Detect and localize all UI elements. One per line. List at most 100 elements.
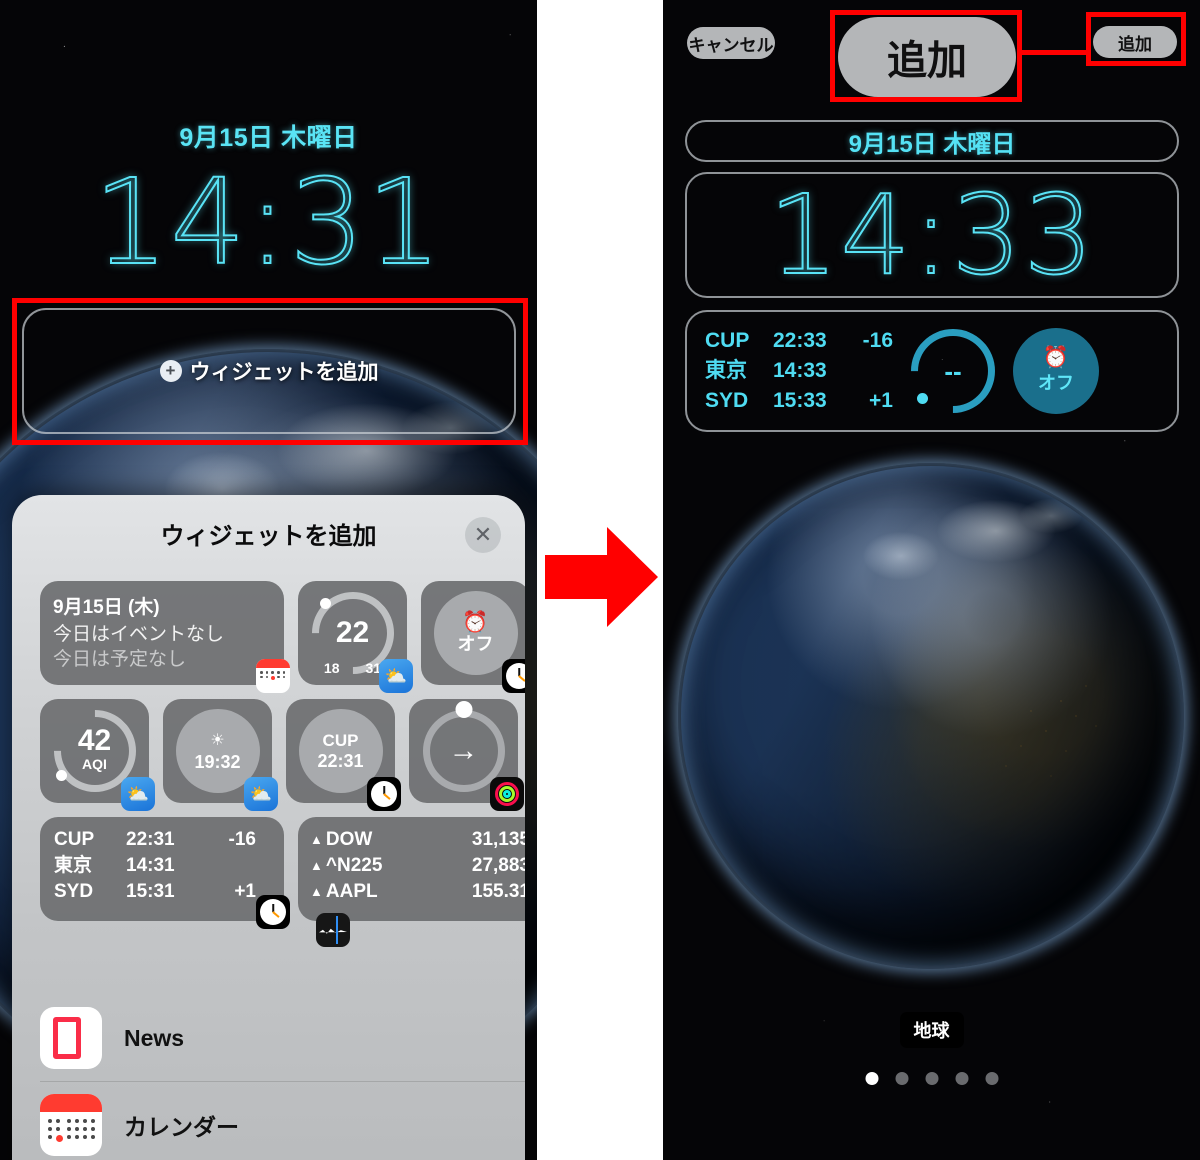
- sunset-widget-time: 19:32: [194, 751, 241, 772]
- wallpaper-name-badge: 地球: [899, 1012, 964, 1048]
- table-row: ▲ AAPL 155.31: [310, 879, 525, 905]
- stock-value: 31,135: [471, 829, 525, 850]
- worldclock-offset: +1: [869, 389, 893, 412]
- worldclock-time: 15:31: [126, 881, 175, 902]
- add-button[interactable]: 追加: [1093, 26, 1177, 58]
- list-item[interactable]: News: [40, 995, 525, 1081]
- add-button-magnified-callout: 追加: [838, 17, 1016, 97]
- worldclock-widget-time: 22:31: [317, 750, 364, 771]
- world-clock-widget[interactable]: CUP 22:33 -16 東京 14:33 SYD 15:33 +1: [705, 326, 893, 416]
- calendar-widget-date: 9月15日 (木): [53, 597, 160, 618]
- page-dot[interactable]: [895, 1072, 908, 1085]
- earth-wallpaper-globe: [681, 466, 1181, 966]
- left-phone-screenshot: 9月15日 木曜日 14:31 + ウィジェットを追加 ウィジェットを追加 ✕ …: [0, 0, 537, 1160]
- lock-screen-time: 14:31: [92, 153, 444, 291]
- lock-screen-time: 14:33: [767, 171, 1096, 299]
- aqi-widget-unit: AQI: [82, 756, 107, 772]
- add-widget-sheet: ウィジェットを追加 ✕ 9月15日 (木) 今日はイベントなし 今日は予定なし: [12, 495, 525, 1160]
- table-row: 東京 14:33: [705, 356, 893, 386]
- right-arrow-icon: [545, 527, 658, 627]
- trend-up-icon: ▲: [310, 858, 323, 873]
- weather-gauge-widget[interactable]: --: [893, 311, 1013, 431]
- aqi-widget-value: 42: [77, 724, 112, 757]
- alarm-widget[interactable]: ⏰ オフ: [1013, 328, 1099, 414]
- page-dot[interactable]: [925, 1072, 938, 1085]
- widget-row: CUP 22:31 -16 東京 14:31 SYD 15:31 +1 ▲ DO…: [40, 817, 525, 947]
- widget-tile-calendar-up-next[interactable]: 9月15日 (木) 今日はイベントなし 今日は予定なし: [40, 581, 290, 693]
- widget-row: 9月15日 (木) 今日はイベントなし 今日は予定なし 22 18 31 ⛅ ⏰…: [40, 575, 525, 693]
- lock-screen-widget-row[interactable]: CUP 22:33 -16 東京 14:33 SYD 15:33 +1 -- ⏰…: [685, 310, 1179, 432]
- widget-tile-weather-temperature[interactable]: 22 18 31 ⛅: [294, 575, 413, 693]
- worldclock-offset: [210, 853, 256, 879]
- widget-app-list: News カレンダー: [40, 995, 525, 1160]
- stock-value: 155.31: [471, 881, 525, 902]
- cancel-button[interactable]: キャンセル: [687, 27, 775, 59]
- screenshot-root: 9月15日 木曜日 14:31 + ウィジェットを追加 ウィジェットを追加 ✕ …: [0, 0, 1200, 1160]
- table-row: CUP 22:31 -16: [54, 827, 270, 853]
- widget-tile-world-clock-cup[interactable]: CUP 22:31: [286, 699, 401, 811]
- list-item[interactable]: カレンダー: [40, 1081, 525, 1160]
- news-app-icon: [40, 1007, 102, 1069]
- worldclock-time: 14:31: [126, 855, 175, 876]
- sheet-title: ウィジェットを追加: [160, 522, 377, 550]
- fitness-app-icon: [490, 777, 524, 811]
- worldclock-time: 22:33: [773, 329, 827, 352]
- widget-tile-air-quality[interactable]: 42 AQI ⛅: [36, 693, 155, 811]
- clock-app-icon: [256, 895, 290, 929]
- worldclock-offset: [849, 356, 893, 386]
- weather-widget-low: 18: [323, 660, 340, 676]
- gauge-value: --: [944, 355, 962, 386]
- close-icon[interactable]: ✕: [465, 517, 501, 553]
- trend-up-icon: ▲: [310, 884, 323, 899]
- worldclock-city: CUP: [54, 829, 95, 850]
- table-row: ▲ ^N225 27,883: [310, 853, 525, 879]
- widget-tile-stocks-list[interactable]: ▲ DOW 31,135 ▲ ^N225 27,883 ▲ AAPL 155.3…: [298, 817, 525, 947]
- calendar-app-icon: [40, 1093, 102, 1156]
- weather-app-icon: ⛅: [244, 777, 278, 811]
- widget-tile-alarm-off[interactable]: ⏰ オフ: [421, 581, 525, 693]
- callout-connector-line: [1022, 50, 1086, 55]
- wallpaper-page-dots[interactable]: [865, 1072, 998, 1085]
- widget-tile-world-clock-list[interactable]: CUP 22:31 -16 東京 14:31 SYD 15:31 +1: [40, 817, 290, 929]
- page-dot[interactable]: [955, 1072, 968, 1085]
- page-dot[interactable]: [865, 1072, 878, 1085]
- clock-app-icon: [502, 659, 525, 693]
- sunset-icon: ☀: [210, 731, 225, 749]
- worldclock-offset: -16: [228, 829, 256, 850]
- clock-app-icon: [367, 777, 401, 811]
- add-widget-slot-label: ウィジェットを追加: [189, 361, 379, 384]
- right-phone-screenshot: キャンセル 追加 追加 9月15日 木曜日 14:33 CUP 22:33 -1…: [663, 0, 1200, 1160]
- widget-tile-sunset[interactable]: ☀ 19:32 ⛅: [163, 699, 278, 811]
- editable-date-field[interactable]: 9月15日 木曜日: [685, 120, 1179, 162]
- table-row: CUP 22:33 -16: [705, 326, 893, 356]
- editable-time-field[interactable]: 14:33: [685, 172, 1179, 298]
- weather-app-icon: ⛅: [121, 777, 155, 811]
- stock-symbol: DOW: [325, 829, 373, 850]
- weather-app-icon: ⛅: [379, 659, 413, 693]
- alarm-widget-label: オフ: [1038, 373, 1074, 393]
- stocks-app-icon: [316, 913, 350, 947]
- progress-dot-icon: [455, 701, 472, 718]
- widget-tile-fitness-move[interactable]: →: [409, 699, 524, 811]
- weather-widget-temp: 22: [335, 616, 370, 649]
- table-row: SYD 15:31 +1: [54, 879, 270, 905]
- stock-symbol: AAPL: [325, 881, 378, 902]
- lock-screen-date: 9月15日 木曜日: [848, 130, 1016, 158]
- plus-icon: +: [159, 360, 182, 382]
- calendar-app-icon: [256, 659, 290, 693]
- worldclock-city: SYD: [54, 881, 94, 902]
- page-dot[interactable]: [985, 1072, 998, 1085]
- widget-grid: 9月15日 (木) 今日はイベントなし 今日は予定なし 22 18 31 ⛅ ⏰…: [36, 575, 525, 947]
- stock-symbol: ^N225: [325, 855, 383, 876]
- calendar-widget-line2: 今日はイベントなし: [53, 624, 225, 645]
- calendar-widget-line3: 今日は予定なし: [53, 649, 187, 670]
- worldclock-widget-city: CUP: [322, 730, 359, 750]
- arrow-right-icon: →: [448, 734, 479, 767]
- worldclock-city: SYD: [705, 389, 749, 412]
- alarm-clock-icon: ⏰: [462, 610, 489, 634]
- worldclock-time: 22:31: [126, 829, 175, 850]
- add-widget-slot[interactable]: + ウィジェットを追加: [22, 308, 516, 434]
- trend-up-icon: ▲: [310, 832, 323, 847]
- table-row: 東京 14:31: [54, 853, 270, 879]
- app-list-label: News: [124, 1024, 185, 1051]
